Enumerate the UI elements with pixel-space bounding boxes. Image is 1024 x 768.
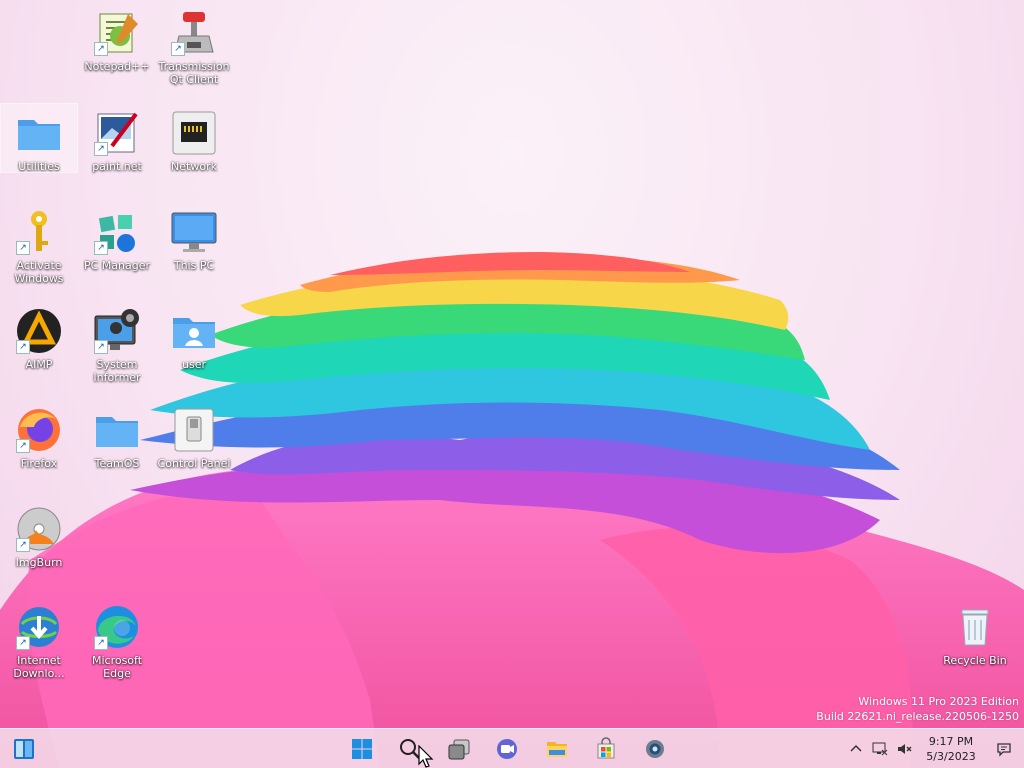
desktop-icon-label: Internet Downlo... [13,654,65,680]
desktop-icon-label: TeamOS [94,457,140,470]
desktop-icon-label: user [182,358,206,371]
desktop-icon-label: This PC [173,259,215,272]
network-tray-icon [872,742,888,756]
shortcut-arrow-icon: ↗ [94,42,108,56]
notification-center-button[interactable] [992,737,1016,761]
recycle-bin-icon [950,602,1000,652]
windows-edition-watermark: Windows 11 Pro 2023 Edition Build 22621.… [816,694,1019,724]
folder-icon [92,405,142,455]
desktop-icon-label: Notepad++ [84,60,150,73]
shortcut-arrow-icon: ↗ [94,142,108,156]
mouse-cursor-icon [418,745,434,768]
desktop-icon-utilities[interactable]: Utilities [0,103,78,173]
system-tray: 9:17 PM 5/3/2023 [844,729,1024,768]
chat-button[interactable] [489,733,525,765]
user-folder-icon [169,306,219,356]
shortcut-arrow-icon: ↗ [16,241,30,255]
shortcut-arrow-icon: ↗ [94,340,108,354]
shortcut-arrow-icon: ↗ [94,241,108,255]
watermark-build: Build 22621.ni_release.220506-1250 [816,710,1019,723]
chat-icon [497,739,517,759]
desktop-icon-label: ImgBurn [15,556,63,569]
transmission-icon: ↗ [169,8,219,58]
chevron-up-icon [850,744,862,752]
desktop-icon-microsoft-edge[interactable]: ↗ Microsoft Edge [79,598,155,680]
desktop[interactable]: ↗ Notepad++ ↗ Transmission Qt Client Uti… [0,0,1024,768]
desktop-icon-control-panel[interactable]: Control Panel [156,401,232,470]
desktop-icon-label: PC Manager [83,259,151,272]
notepad-plus-icon: ↗ [92,8,142,58]
desktop-icon-label: Firefox [20,457,58,470]
clock-date: 5/3/2023 [926,750,976,763]
shortcut-arrow-icon: ↗ [16,340,30,354]
settings-button[interactable] [637,733,673,765]
desktop-icon-label: Activate Windows [14,259,64,285]
desktop-icon-notepad-plus[interactable]: ↗ Notepad++ [79,4,155,73]
desktop-icon-aimp[interactable]: ↗ AIMP [1,302,77,371]
widgets-icon [14,739,34,759]
control-panel-icon [169,405,219,455]
widgets-button[interactable] [6,733,42,765]
start-icon [352,739,372,759]
desktop-icon-label: Recycle Bin [943,654,1007,667]
desktop-icon-paintnet[interactable]: ↗ paint.net [79,104,155,173]
shortcut-arrow-icon: ↗ [16,439,30,453]
folder-icon [14,108,64,158]
desktop-icon-label: Transmission Qt Client [158,60,230,86]
file-explorer-button[interactable] [539,733,575,765]
desktop-icon-label: Control Panel [157,457,231,470]
task-view-icon [448,739,470,760]
pc-manager-icon: ↗ [92,207,142,257]
shortcut-arrow-icon: ↗ [16,636,30,650]
imgburn-icon: ↗ [14,504,64,554]
paintnet-icon: ↗ [92,108,142,158]
firefox-icon: ↗ [14,405,64,455]
shortcut-arrow-icon: ↗ [171,42,185,56]
settings-icon [646,740,664,758]
desktop-icon-label: Utilities [18,160,60,173]
desktop-icon-internet-download-manager[interactable]: ↗ Internet Downlo... [1,598,77,680]
shortcut-arrow-icon: ↗ [16,538,30,552]
network-tray-button[interactable] [868,737,892,761]
notification-icon [997,743,1011,757]
monitor-icon [169,207,219,257]
microsoft-store-button[interactable] [588,733,624,765]
desktop-icon-label: Network [171,160,217,173]
start-button[interactable] [344,733,380,765]
network-icon [169,108,219,158]
clock-time: 9:17 PM [928,735,974,748]
volume-muted-icon [898,744,912,754]
shortcut-arrow-icon: ↗ [94,636,108,650]
desktop-icon-label: AIMP [25,358,53,371]
desktop-icon-teamos[interactable]: TeamOS [79,401,155,470]
idm-icon: ↗ [14,602,64,652]
desktop-icon-label: paint.net [92,160,142,173]
desktop-icon-system-informer[interactable]: ↗ System Informer [79,302,155,384]
aimp-icon: ↗ [14,306,64,356]
taskbar[interactable]: 9:17 PM 5/3/2023 [0,728,1024,768]
desktop-icon-transmission[interactable]: ↗ Transmission Qt Client [156,4,232,86]
desktop-icon-activate-windows[interactable]: ↗ Activate Windows [1,203,77,285]
desktop-icon-recycle-bin[interactable]: Recycle Bin [937,598,1013,667]
volume-tray-button[interactable] [892,737,916,761]
desktop-icon-label: Microsoft Edge [91,654,143,680]
watermark-edition: Windows 11 Pro 2023 Edition [858,695,1019,708]
taskbar-clock[interactable]: 9:17 PM 5/3/2023 [916,734,986,764]
edge-icon: ↗ [92,602,142,652]
desktop-icon-firefox[interactable]: ↗ Firefox [1,401,77,470]
file-explorer-icon [547,742,567,757]
desktop-icon-user[interactable]: user [156,302,232,371]
task-view-button[interactable] [441,733,477,765]
show-hidden-icons-button[interactable] [844,737,868,761]
desktop-icon-network[interactable]: Network [156,104,232,173]
key-icon: ↗ [14,207,64,257]
desktop-icon-this-pc[interactable]: This PC [156,203,232,272]
desktop-icon-pc-manager[interactable]: ↗ PC Manager [79,203,155,272]
desktop-icon-label: System Informer [93,358,141,384]
desktop-icon-imgburn[interactable]: ↗ ImgBurn [1,500,77,569]
system-informer-icon: ↗ [92,306,142,356]
microsoft-store-icon [597,737,615,759]
